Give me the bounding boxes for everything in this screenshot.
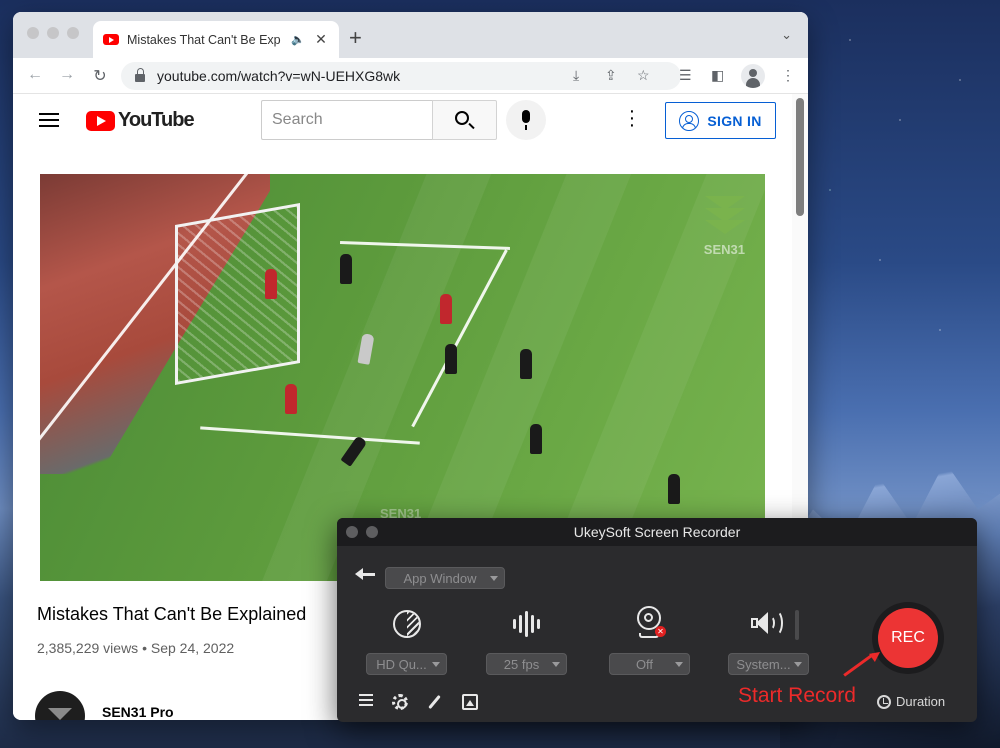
gear-icon[interactable] [392, 694, 408, 710]
sign-in-label: SIGN IN [707, 112, 762, 129]
account-icon [679, 110, 700, 131]
player-figure [668, 474, 680, 504]
quality-value: HD Qu... [376, 656, 427, 672]
camera-select[interactable]: Off [609, 653, 690, 675]
reload-button[interactable]: ↻ [90, 66, 110, 86]
sign-in-button[interactable]: SIGN IN [665, 102, 776, 139]
capture-mode-value: App Window [403, 570, 477, 586]
start-record-annotation: Start Record [738, 684, 856, 707]
tab-bar: Mistakes That Can't Be Exp 🔈 ✕ + ⌄ [13, 12, 808, 58]
camera-value: Off [635, 656, 654, 672]
window-controls [27, 27, 79, 39]
tab-search-button[interactable]: ⌄ [781, 27, 792, 43]
close-window-button[interactable] [27, 27, 39, 39]
url-text: youtube.com/watch?v=wN-UEHXG8wk [157, 68, 401, 84]
volume-slider[interactable] [795, 610, 799, 640]
search-icon [455, 111, 469, 125]
screen-recorder-window: UkeySoft Screen Recorder App Window ✕ HD… [337, 518, 977, 722]
youtube-play-icon [86, 110, 115, 131]
side-panel-icon[interactable]: ◧ [711, 67, 724, 84]
star-icon[interactable]: ☆ [637, 67, 650, 84]
tab-youtube[interactable]: Mistakes That Can't Be Exp 🔈 ✕ [93, 21, 339, 58]
search-input[interactable]: Search [261, 100, 433, 140]
channel-name[interactable]: SEN31 Pro [102, 704, 174, 720]
youtube-logo[interactable]: YouTube [86, 109, 195, 132]
alarm-clock-icon [877, 694, 891, 709]
new-tab-button[interactable]: + [349, 25, 362, 51]
list-icon[interactable] [359, 694, 375, 710]
youtube-logo-text: YouTube [118, 109, 195, 131]
image-icon[interactable] [462, 694, 478, 710]
player-figure [265, 269, 277, 299]
video-quality-icon [387, 606, 427, 642]
search-placeholder: Search [272, 111, 323, 128]
back-arrow-icon[interactable] [355, 566, 375, 582]
player-figure [520, 349, 532, 379]
minimize-window-button[interactable] [47, 27, 59, 39]
browser-menu-icon[interactable]: ⋮ [781, 67, 795, 84]
annotation-arrow [843, 653, 874, 677]
hamburger-menu-icon[interactable] [39, 113, 59, 127]
channel-avatar[interactable] [35, 691, 85, 720]
youtube-favicon-icon [103, 34, 119, 45]
microphone-icon [522, 110, 530, 130]
webcam-icon: ✕ [629, 606, 669, 642]
recorder-titlebar: UkeySoft Screen Recorder [337, 518, 977, 546]
share-icon[interactable]: ⇪ [605, 67, 617, 84]
quality-select[interactable]: HD Qu... [366, 653, 447, 675]
video-meta: 2,385,229 views • Sep 24, 2022 [37, 640, 235, 656]
youtube-header: YouTube Search · · · SIGN IN [13, 94, 792, 150]
watermark-text: SEN31 [703, 242, 745, 257]
search-button[interactable] [432, 100, 497, 140]
recorder-title: UkeySoft Screen Recorder [573, 524, 741, 540]
back-button[interactable]: ← [25, 66, 45, 84]
brush-icon[interactable] [428, 694, 441, 710]
duration-button[interactable]: Duration [877, 694, 945, 709]
player-figure [440, 294, 452, 324]
settings-menu-icon[interactable]: · · · [627, 101, 637, 135]
frame-rate-icon [507, 606, 547, 642]
channel-watermark-logo [703, 194, 747, 244]
tab-title: Mistakes That Can't Be Exp [127, 32, 281, 47]
video-title: Mistakes That Can't Be Explained [37, 604, 307, 624]
zoom-window-button[interactable] [67, 27, 79, 39]
audio-source-value: System... [736, 656, 791, 672]
capture-mode-select[interactable]: App Window [385, 567, 505, 589]
reading-list-icon[interactable]: ☰ [679, 67, 692, 84]
address-bar[interactable]: youtube.com/watch?v=wN-UEHXG8wk ⤓ ⇪ ☆ [121, 62, 681, 90]
speaker-icon [747, 606, 787, 642]
scrollbar-thumb[interactable] [796, 98, 804, 216]
voice-search-button[interactable] [506, 100, 546, 140]
player-figure [445, 344, 457, 374]
close-tab-icon[interactable]: ✕ [313, 31, 329, 48]
player-figure [285, 384, 297, 414]
browser-toolbar: ← → ↻ youtube.com/watch?v=wN-UEHXG8wk ⤓ … [13, 58, 808, 94]
profile-icon[interactable] [741, 64, 765, 88]
forward-button[interactable]: → [57, 66, 77, 84]
goal-net [175, 202, 300, 386]
player-figure [340, 254, 352, 284]
audio-source-select[interactable]: System... [728, 653, 809, 675]
fps-select[interactable]: 25 fps [486, 653, 567, 675]
speaker-icon[interactable]: 🔈 [291, 33, 305, 46]
rec-button[interactable]: REC [878, 608, 938, 668]
install-icon[interactable]: ⤓ [573, 67, 579, 84]
lock-icon[interactable] [135, 68, 145, 82]
duration-label: Duration [896, 694, 946, 709]
player-figure [530, 424, 542, 454]
fps-value: 25 fps [503, 656, 540, 672]
